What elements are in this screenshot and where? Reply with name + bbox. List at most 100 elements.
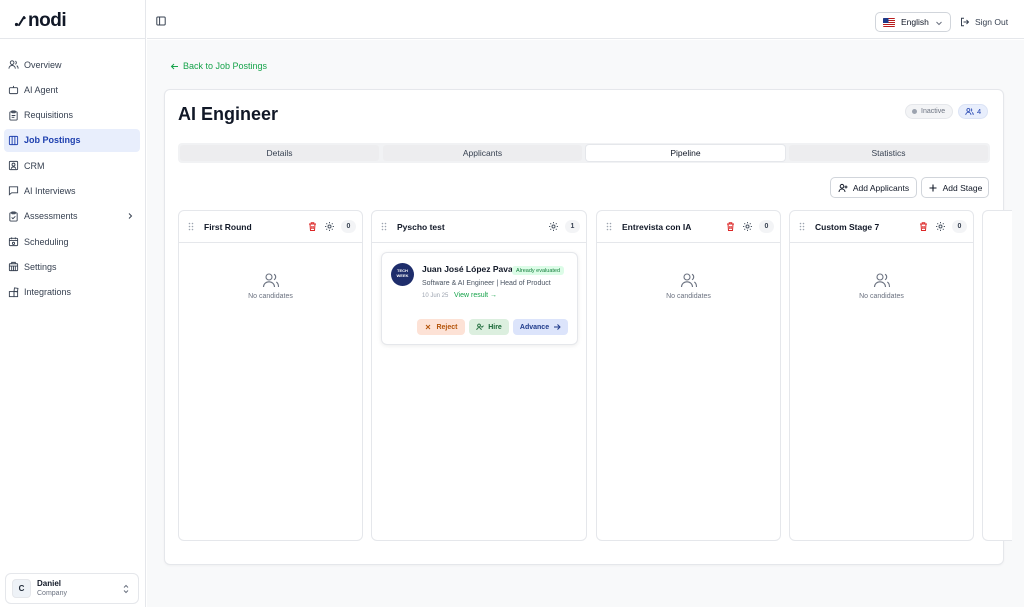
tab-details[interactable]: Details xyxy=(180,145,379,161)
applicant-count: 4 xyxy=(977,107,982,116)
logo-text: nodi xyxy=(28,10,67,31)
arrow-left-icon xyxy=(170,63,178,69)
plus-icon xyxy=(929,184,937,191)
chevron-right-icon xyxy=(128,212,133,219)
trash-icon[interactable] xyxy=(725,221,736,232)
language-label: English xyxy=(901,17,929,27)
candidate-role: Software & AI Engineer | Head of Product xyxy=(422,280,551,287)
users-icon xyxy=(8,60,19,69)
hire-label: Hire xyxy=(488,323,502,331)
gear-icon[interactable] xyxy=(935,221,946,232)
stage-header: First Round 0 xyxy=(179,211,362,243)
stage-column: Entrevista con IA 0 No candidates xyxy=(596,210,781,541)
trash-icon[interactable] xyxy=(307,221,318,232)
stage-header: Pyscho test 1 xyxy=(372,211,586,243)
gear-icon[interactable] xyxy=(548,221,559,232)
grip-icon[interactable] xyxy=(799,222,805,231)
empty-state: No candidates xyxy=(790,271,973,300)
sidebar-item-assessments[interactable]: Assessments xyxy=(4,205,140,228)
sidebar-item-ai-interviews[interactable]: AI Interviews xyxy=(4,179,140,202)
user-company: Company xyxy=(37,590,67,597)
sidebar-item-overview[interactable]: Overview xyxy=(4,53,140,76)
grip-icon[interactable] xyxy=(188,222,194,231)
stage-title: First Round xyxy=(204,221,252,232)
users-icon xyxy=(873,273,890,288)
view-result-link[interactable]: View result → xyxy=(454,292,497,299)
sidebar-item-label: Integrations xyxy=(24,287,72,298)
building-icon xyxy=(8,262,19,272)
chevron-down-icon xyxy=(936,21,942,26)
empty-text: No candidates xyxy=(248,293,293,300)
sidebar-item-label: CRM xyxy=(24,160,45,171)
back-link[interactable]: Back to Job Postings xyxy=(170,61,267,71)
stage-count: 0 xyxy=(952,220,967,233)
sidebar-item-label: Scheduling xyxy=(24,236,69,247)
users-icon xyxy=(262,273,279,288)
tab-statistics[interactable]: Statistics xyxy=(789,145,988,161)
stage-title: Pyscho test xyxy=(397,221,445,232)
add-applicants-label: Add Applicants xyxy=(852,182,910,193)
user-switcher[interactable]: C Daniel Company xyxy=(5,573,139,604)
reject-button[interactable]: Reject xyxy=(417,319,465,335)
language-select[interactable]: English xyxy=(875,12,951,32)
stage-actions: 1 xyxy=(548,220,580,233)
us-flag-icon xyxy=(883,17,895,27)
sidebar-item-scheduling[interactable]: Scheduling xyxy=(4,230,140,253)
sidebar-item-settings[interactable]: Settings xyxy=(4,255,140,278)
evaluated-badge: Already evaluated xyxy=(512,266,565,275)
empty-state: No candidates xyxy=(597,271,780,300)
sidebar-item-ai-agent[interactable]: AI Agent xyxy=(4,78,140,101)
page-title: AI Engineer xyxy=(178,104,279,124)
stage-actions: 0 xyxy=(918,220,967,233)
users-icon xyxy=(680,273,697,288)
sidebar-item-job-postings[interactable]: Job Postings xyxy=(4,128,140,152)
tab-pipeline[interactable]: Pipeline xyxy=(586,145,785,161)
stage-actions: 0 xyxy=(307,220,356,233)
trash-icon[interactable] xyxy=(918,221,929,232)
sign-out-button[interactable]: Sign Out xyxy=(960,14,1008,30)
arrow-right-icon xyxy=(554,324,561,330)
stage-count: 1 xyxy=(565,220,580,233)
sidebar-item-crm[interactable]: CRM xyxy=(4,154,140,177)
add-stage-button[interactable]: Add Stage xyxy=(921,177,989,198)
tab-applicants[interactable]: Applicants xyxy=(383,145,582,161)
add-applicants-button[interactable]: Add Applicants xyxy=(830,177,917,198)
sign-out-label: Sign Out xyxy=(975,17,1009,27)
gear-icon[interactable] xyxy=(324,221,335,232)
advance-label: Advance xyxy=(519,323,550,331)
stage-header: Entrevista con IA 0 xyxy=(597,211,780,243)
clipboard-icon xyxy=(9,110,18,121)
sidebar-toggle-icon[interactable] xyxy=(156,16,166,26)
stage-count: 0 xyxy=(759,220,774,233)
sidebar-item-label: Settings xyxy=(24,261,57,272)
stage-header: Custom Stage 7 0 xyxy=(790,211,973,243)
logo[interactable]: nodi xyxy=(14,10,67,32)
candidate-name[interactable]: Juan José López Pava xyxy=(422,264,513,274)
bot-icon xyxy=(8,86,19,95)
user-info: Daniel Company xyxy=(37,579,67,598)
stage-count: 0 xyxy=(341,220,356,233)
sidebar-item-requisitions[interactable]: Requisitions xyxy=(4,104,140,127)
sidebar-divider xyxy=(0,38,145,39)
avatar: C xyxy=(12,579,31,598)
grip-icon[interactable] xyxy=(381,222,387,231)
gear-icon[interactable] xyxy=(742,221,753,232)
candidate-card[interactable]: TECH WEEK Juan José López Pava Already e… xyxy=(381,252,578,345)
candidate-logo: TECH WEEK xyxy=(391,263,414,286)
close-icon xyxy=(426,324,431,330)
empty-text: No candidates xyxy=(859,293,904,300)
users-icon xyxy=(965,108,974,115)
sidebar-item-label: AI Agent xyxy=(24,84,59,95)
grip-icon[interactable] xyxy=(606,222,612,231)
sidebar-item-integrations[interactable]: Integrations xyxy=(4,281,140,304)
stage-column-partial xyxy=(982,210,1012,541)
reject-label: Reject xyxy=(436,323,458,331)
advance-button[interactable]: Advance xyxy=(513,319,568,335)
stage-title: Entrevista con IA xyxy=(622,221,692,232)
stage-column: First Round 0 No candidates xyxy=(178,210,363,541)
hire-button[interactable]: Hire xyxy=(469,319,509,335)
logo-mark-icon xyxy=(14,16,26,27)
blocks-icon xyxy=(8,287,19,297)
sidebar: nodi Overview AI Agent Requisitions Job … xyxy=(0,0,146,607)
status-badge: Inactive xyxy=(905,104,954,119)
